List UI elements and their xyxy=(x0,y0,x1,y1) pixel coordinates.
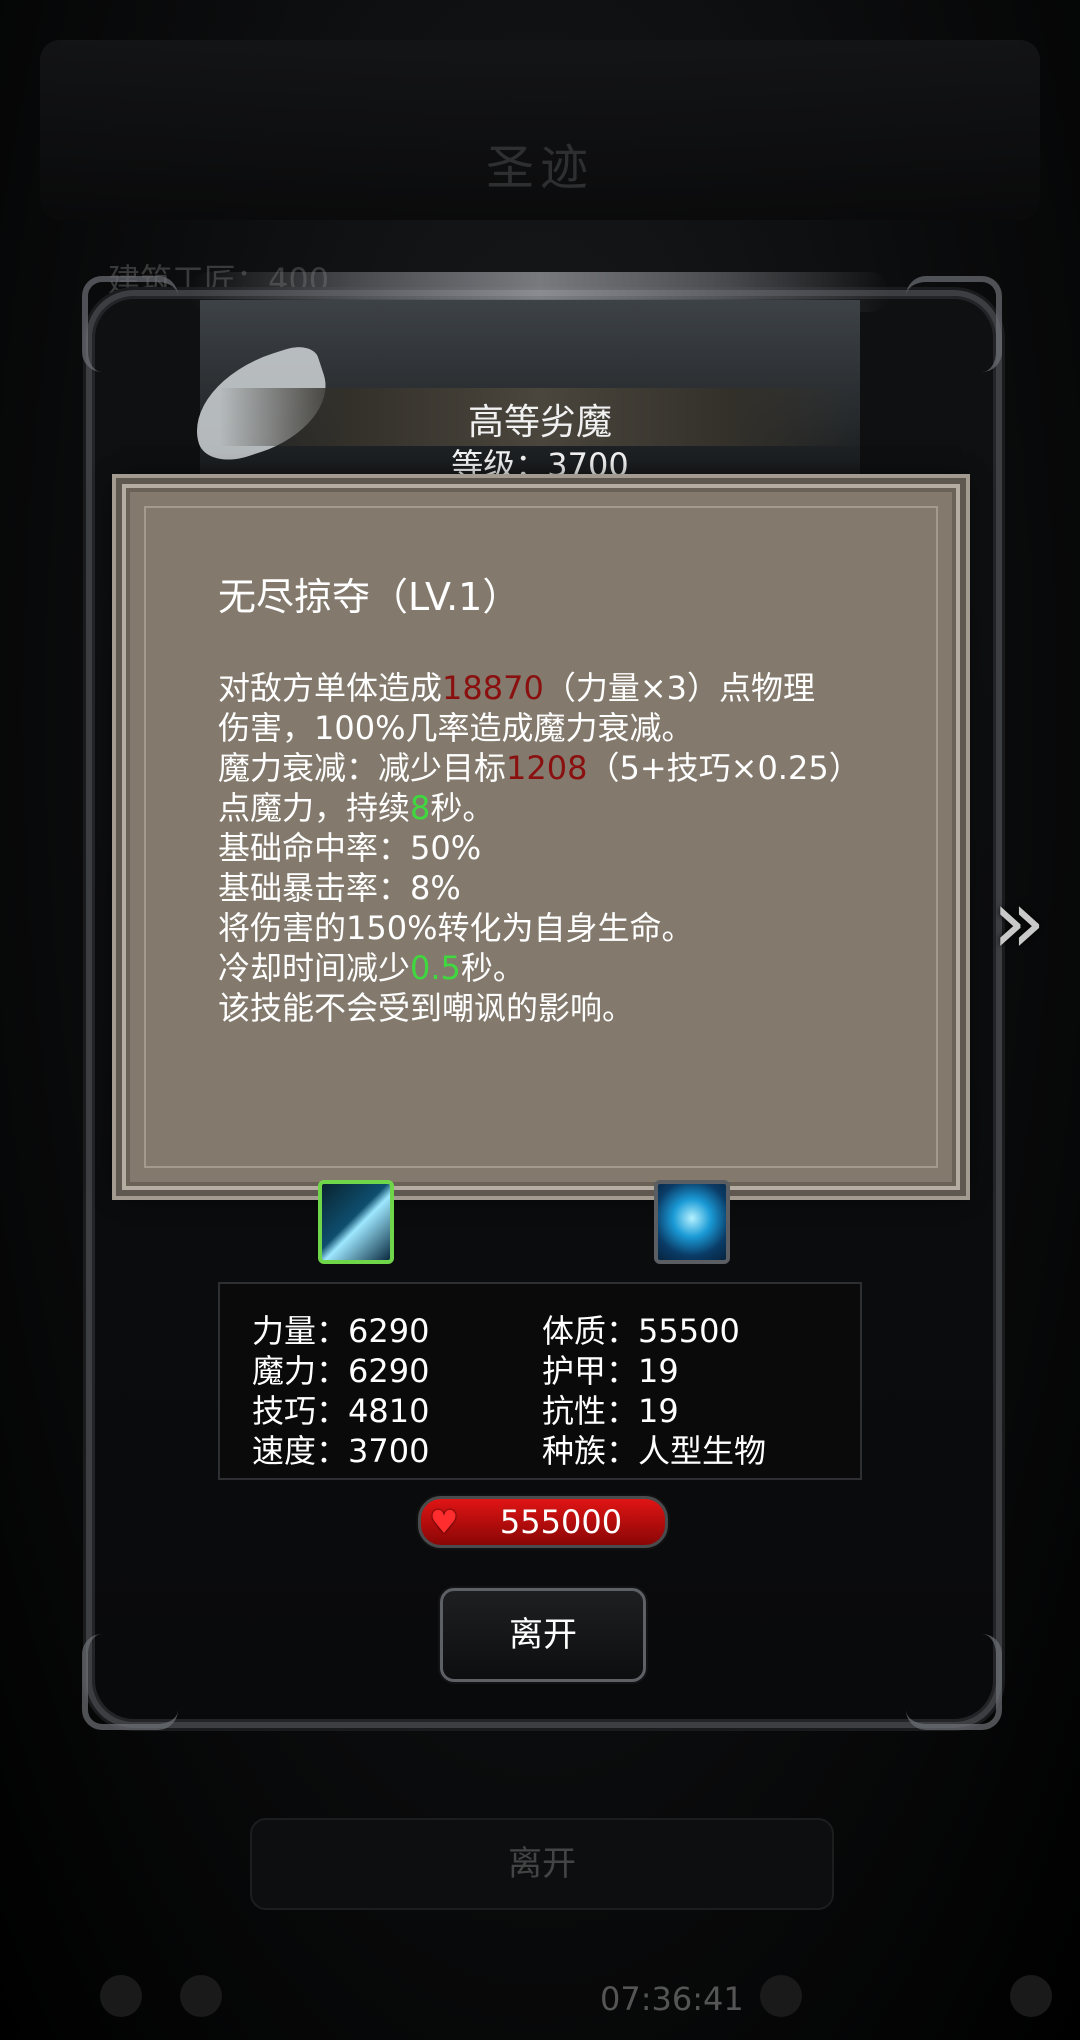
next-arrow-button[interactable]: » xyxy=(992,872,1062,972)
dialog-corner-ornament xyxy=(82,1634,178,1730)
hp-bar: ♥ 555000 xyxy=(418,1496,668,1548)
skill-text: 点魔力，持续 xyxy=(218,789,411,827)
skill-description-line: 基础命中率：50% xyxy=(218,828,918,868)
leave-button[interactable]: 离开 xyxy=(440,1588,646,1682)
skill-description-line: 点魔力，持续8秒。 xyxy=(218,788,918,828)
skill-text: 秒。 xyxy=(460,949,525,987)
skill-description-line: 冷却时间减少0.5秒。 xyxy=(218,948,918,988)
skill-description-line: 将伤害的150%转化为自身生命。 xyxy=(218,908,918,948)
background-icon xyxy=(180,1975,222,2017)
stat-race: 种族：人型生物 xyxy=(542,1432,767,1470)
background-page-title: 圣迹 xyxy=(485,140,594,196)
skill-description: 对敌方单体造成18870（力量×3）点物理 伤害，100%几率造成魔力衰减。 魔力衰… xyxy=(218,668,918,1028)
background-icon xyxy=(1010,1975,1052,2017)
skill-description-line: 基础暴击率：8% xyxy=(218,868,918,908)
skill-text: 将伤害的150%转化为自身生命。 xyxy=(218,909,694,947)
skill-value-highlight: 1208 xyxy=(506,749,588,787)
skill-text: 秒。 xyxy=(430,789,495,827)
skill-text: 该技能不会受到嘲讽的影响。 xyxy=(218,989,635,1027)
skill-slot-2-icon[interactable] xyxy=(654,1180,730,1264)
dialog-corner-ornament xyxy=(906,1634,1002,1730)
skill-value-highlight: 0.5 xyxy=(410,949,461,987)
background-leave-button: 离开 xyxy=(250,1818,834,1910)
skill-text: 基础命中率：50% xyxy=(218,829,482,867)
skill-text: （5+技巧×0.25） xyxy=(587,749,861,787)
skill-text: （力量×3）点物理 xyxy=(543,669,815,707)
hp-value: 555000 xyxy=(499,1503,623,1541)
heart-icon: ♥ xyxy=(429,1503,459,1541)
skill-text: 冷却时间减少 xyxy=(218,949,411,987)
skill-description-line: 对敌方单体造成18870（力量×3）点物理 xyxy=(218,668,918,708)
skill-value-highlight: 8 xyxy=(410,789,431,827)
stat-speed: 速度：3700 xyxy=(252,1432,430,1470)
skill-text: 魔力衰减：减少目标 xyxy=(218,749,507,787)
skill-description-line: 魔力衰减：减少目标1208（5+技巧×0.25） xyxy=(218,748,918,788)
skill-slot-1-icon[interactable] xyxy=(318,1180,394,1264)
background-icon xyxy=(100,1975,142,2017)
skill-text: 对敌方单体造成 xyxy=(218,669,443,707)
enemy-name: 高等劣魔 xyxy=(467,402,612,443)
background-gem-icon xyxy=(760,1975,802,2017)
dialog-corner-ornament xyxy=(906,276,1002,372)
skill-value-highlight: 18870 xyxy=(442,669,544,707)
skill-description-line: 伤害，100%几率造成魔力衰减。 xyxy=(218,708,918,748)
skill-description-line: 该技能不会受到嘲讽的影响。 xyxy=(218,988,918,1028)
dialog-corner-ornament xyxy=(82,276,178,372)
skill-text: 伤害，100%几率造成魔力衰减。 xyxy=(218,709,694,747)
skill-text: 基础暴击率：8% xyxy=(218,869,461,907)
background-clock: 07:36:41 xyxy=(600,1980,744,2018)
skill-title: 无尽掠夺（LV.1） xyxy=(218,575,521,619)
enemy-level: 等级：3700 xyxy=(451,446,629,484)
